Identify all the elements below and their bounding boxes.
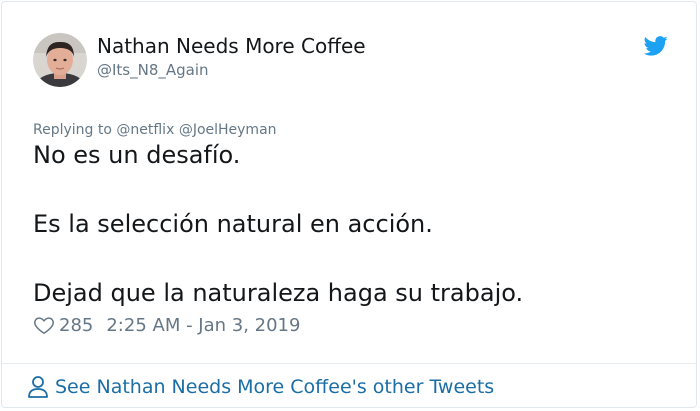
like-button[interactable]: 285 xyxy=(33,314,93,336)
tweet-paragraph: Es la selección natural en acción. xyxy=(33,210,433,238)
tweet-text: No es un desafío. Es la selección natura… xyxy=(33,139,673,309)
author-handle[interactable]: @Its_N8_Again xyxy=(97,60,366,80)
heart-icon xyxy=(34,317,54,334)
avatar[interactable] xyxy=(33,33,87,87)
divider xyxy=(2,363,696,364)
mention-netflix[interactable]: @netflix xyxy=(116,122,174,138)
see-other-tweets-link[interactable]: See Nathan Needs More Coffee's other Twe… xyxy=(27,373,494,401)
avatar-photo-icon xyxy=(33,33,87,87)
embedded-tweet-card: Nathan Needs More Coffee @Its_N8_Again R… xyxy=(1,1,697,408)
tweet-paragraph: No es un desafío. xyxy=(33,141,241,169)
author-names: Nathan Needs More Coffee @Its_N8_Again xyxy=(97,34,366,80)
twitter-bird-icon[interactable] xyxy=(644,36,668,56)
person-icon xyxy=(28,376,48,398)
see-other-tweets-label: See Nathan Needs More Coffee's other Twe… xyxy=(55,376,495,398)
tweet-meta: 285 2:25 AM - Jan 3, 2019 xyxy=(33,313,300,337)
reply-prefix: Replying to xyxy=(33,122,112,138)
tweet-timestamp[interactable]: 2:25 AM - Jan 3, 2019 xyxy=(106,315,300,336)
author-display-name[interactable]: Nathan Needs More Coffee xyxy=(97,34,366,58)
tweet-header: Nathan Needs More Coffee @Its_N8_Again xyxy=(33,33,366,89)
tweet-paragraph: Dejad que la naturaleza haga su trabajo. xyxy=(33,279,524,307)
mention-joelheyman[interactable]: @JoelHeyman xyxy=(179,122,277,138)
like-count: 285 xyxy=(59,314,94,336)
reply-context: Replying to @netflix @JoelHeyman xyxy=(33,121,277,139)
